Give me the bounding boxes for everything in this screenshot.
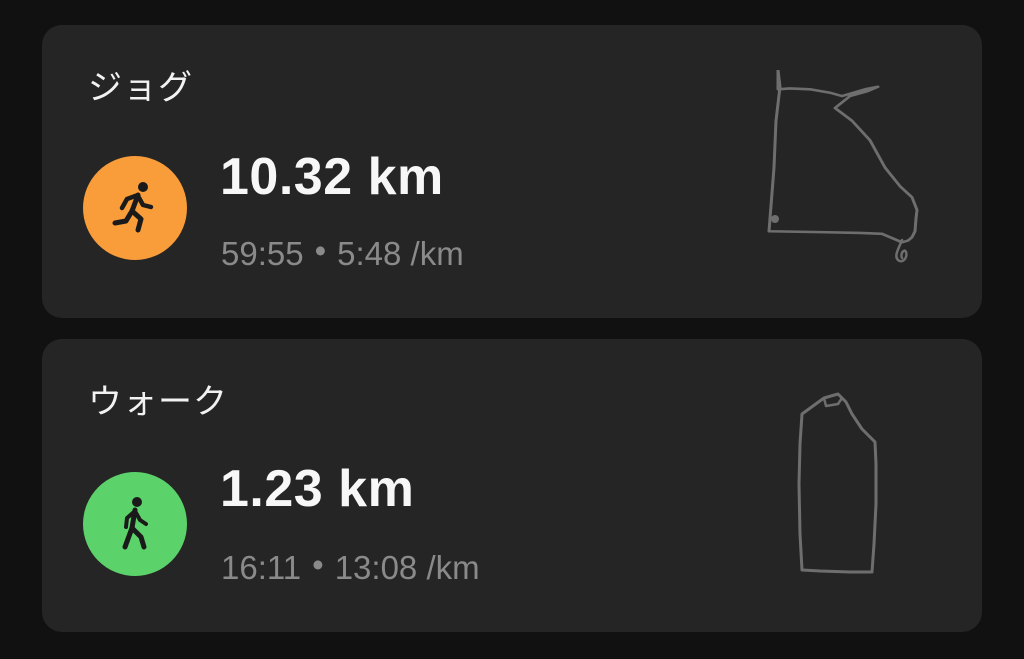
workout-title: ジョグ [88,68,193,108]
separator-dot: • [314,232,327,269]
workout-title: ウォーク [88,382,228,422]
workout-stats: 16:11 • 13:08 /km [221,546,480,586]
workout-duration: 59:55 [221,235,304,272]
route-map-thumbnail [797,392,878,574]
separator-dot: • [312,546,324,583]
workout-duration: 16:11 [221,549,302,586]
route-map-thumbnail [767,70,919,263]
workout-distance: 1.23 km [220,460,415,518]
workout-type-badge [83,472,187,576]
workout-card-walk[interactable]: ウォーク 1.23 km 16:11 • 13:08 /km [42,339,982,632]
workout-pace: 5:48 /km [337,235,464,272]
workout-type-badge [83,156,187,260]
workout-stats: 59:55 • 5:48 /km [221,232,464,272]
workout-pace: 13:08 /km [334,549,480,586]
workout-list: ジョグ 10.32 km 59:55 • 5:48 /km ウォーク 1.23 … [0,0,1024,659]
walking-figure-icon [122,497,148,550]
workout-card-jog[interactable]: ジョグ 10.32 km 59:55 • 5:48 /km [42,25,982,318]
workout-distance: 10.32 km [220,148,444,206]
running-figure-icon [112,182,154,233]
